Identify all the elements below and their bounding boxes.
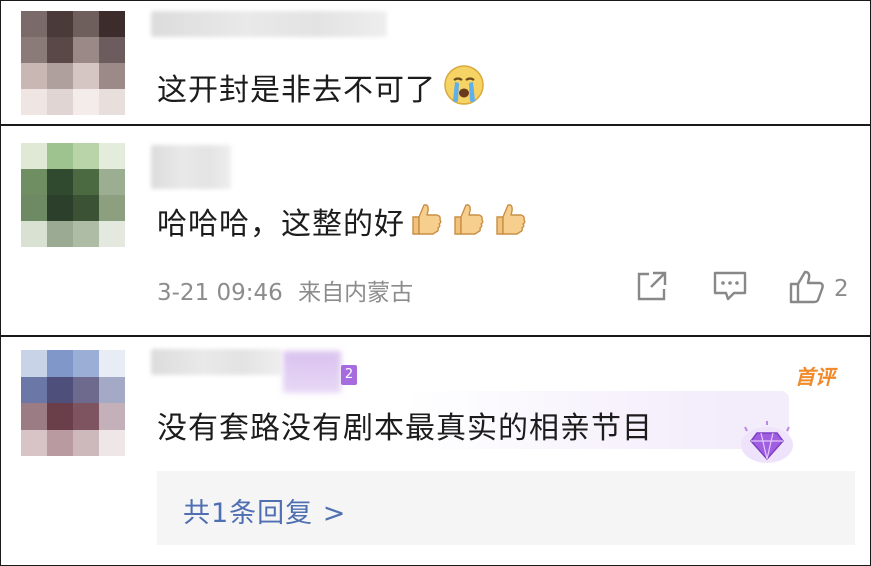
thumbs-up-icon — [493, 201, 527, 241]
comment-item: 没有套路没有剧本最真实的相亲节目 共1条回复 > — [1, 339, 870, 565]
diamond-badge-icon — [739, 419, 795, 469]
comment-text: 没有套路没有剧本最真实的相亲节目 — [157, 411, 653, 446]
username-blurred[interactable] — [151, 11, 387, 37]
comment-icon — [712, 269, 748, 307]
like-button[interactable]: 2 — [788, 269, 849, 309]
username-blurred[interactable] — [151, 145, 231, 189]
reply-thread-box[interactable]: 共1条回复 > — [157, 471, 855, 545]
crying-face-icon — [442, 63, 486, 111]
location: 来自内蒙古 — [298, 280, 414, 306]
top-comment-tag: 首评 — [795, 365, 835, 389]
avatar[interactable] — [21, 11, 125, 115]
timestamp: 3-21 09:46 — [157, 280, 283, 306]
comment-list: 这开封是非去不可了 哈哈哈，这整的好 3-21 09:46 来自内蒙古 2 没有… — [0, 0, 871, 566]
comment-meta: 3-21 09:46 来自内蒙古 — [157, 273, 413, 307]
share-icon — [635, 269, 669, 307]
comment-item: 哈哈哈，这整的好 3-21 09:46 来自内蒙古 2 — [1, 127, 870, 335]
username-blurred[interactable] — [151, 349, 281, 375]
comment-text: 哈哈哈，这整的好 — [157, 207, 405, 242]
thumbs-up-outline-icon — [788, 269, 826, 309]
share-button[interactable] — [635, 269, 669, 307]
comment-item: 这开封是非去不可了 — [1, 1, 870, 124]
level-badge: 2 — [341, 365, 357, 385]
view-replies-link[interactable]: 共1条回复 > — [183, 491, 346, 530]
divider — [1, 124, 870, 126]
comment-text: 这开封是非去不可了 — [157, 73, 436, 108]
like-count: 2 — [834, 276, 849, 302]
avatar[interactable] — [21, 143, 125, 247]
avatar[interactable] — [21, 350, 125, 456]
username-blurred — [283, 351, 341, 393]
thumbs-up-icon — [409, 201, 443, 241]
divider — [1, 335, 870, 337]
thumbs-up-icon — [451, 201, 485, 241]
reply-button[interactable] — [712, 269, 748, 307]
